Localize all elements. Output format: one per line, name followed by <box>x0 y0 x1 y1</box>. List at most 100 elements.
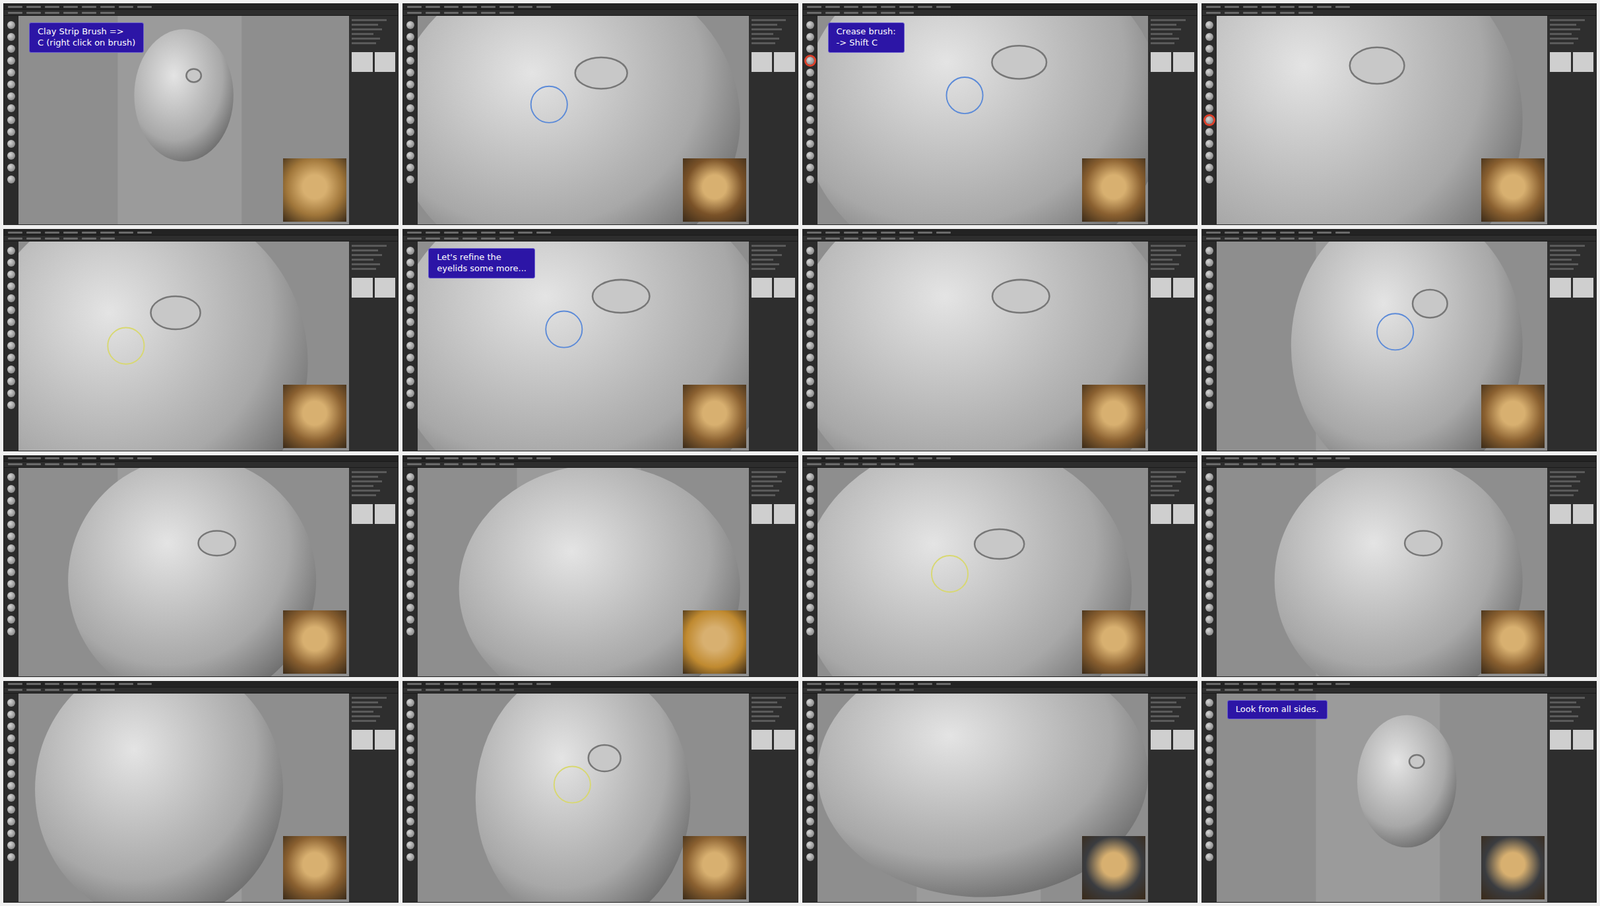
brush-icon[interactable] <box>806 116 815 125</box>
outliner-row[interactable] <box>751 267 776 270</box>
header-item[interactable] <box>462 463 478 466</box>
viewport[interactable] <box>18 467 350 677</box>
menu-item[interactable] <box>862 5 877 8</box>
menu-item[interactable] <box>81 231 97 234</box>
menu-item[interactable] <box>1206 5 1221 8</box>
header-item[interactable] <box>26 11 41 14</box>
menu-item[interactable] <box>26 682 41 685</box>
brush-icon[interactable] <box>406 80 415 89</box>
brush-icon[interactable] <box>406 92 415 101</box>
brush-icon[interactable] <box>1205 128 1214 136</box>
brush-icon[interactable] <box>1205 116 1214 125</box>
outliner-row[interactable] <box>1549 701 1577 704</box>
header-item[interactable] <box>806 463 822 466</box>
brush-icon[interactable] <box>806 56 815 65</box>
header-item[interactable] <box>407 237 422 240</box>
brush-icon[interactable] <box>1205 722 1214 731</box>
header-item[interactable] <box>825 237 840 240</box>
brush-icon[interactable] <box>406 175 415 184</box>
menu-item[interactable] <box>1316 5 1332 8</box>
outliner-row[interactable] <box>1150 244 1186 247</box>
menu-item[interactable] <box>462 5 478 8</box>
outliner-row[interactable] <box>1150 37 1180 40</box>
brush-icon[interactable] <box>406 722 415 731</box>
header-item[interactable] <box>862 237 877 240</box>
menu-item[interactable] <box>1243 457 1258 460</box>
brush-icon[interactable] <box>806 282 815 291</box>
outliner-row[interactable] <box>1150 475 1178 478</box>
brush-icon[interactable] <box>806 175 815 184</box>
menu-item[interactable] <box>862 682 877 685</box>
menu-item[interactable] <box>407 5 422 8</box>
brush-icon[interactable] <box>406 603 415 612</box>
menu-item[interactable] <box>936 457 951 460</box>
header-item[interactable] <box>444 688 459 691</box>
menu-item[interactable] <box>44 231 60 234</box>
brush-icon[interactable] <box>406 246 415 255</box>
outliner-row[interactable] <box>751 28 782 31</box>
brush-icon[interactable] <box>806 68 815 77</box>
brush-icon[interactable] <box>406 318 415 326</box>
outliner-row[interactable] <box>1150 696 1186 699</box>
brush-icon[interactable] <box>406 21 415 30</box>
outliner-row[interactable] <box>1150 28 1182 31</box>
brush-icon[interactable] <box>406 270 415 279</box>
outliner-row[interactable] <box>1549 480 1581 483</box>
outliner-row[interactable] <box>1549 37 1579 40</box>
brush-icon[interactable] <box>806 401 815 410</box>
brush-icon[interactable] <box>7 746 16 755</box>
outliner-row[interactable] <box>751 480 782 483</box>
header-item[interactable] <box>63 463 78 466</box>
brush-icon[interactable] <box>1205 353 1214 362</box>
header-item[interactable] <box>899 237 914 240</box>
header-item[interactable] <box>407 688 422 691</box>
menu-item[interactable] <box>936 682 951 685</box>
menu-item[interactable] <box>7 231 23 234</box>
outliner-row[interactable] <box>1549 244 1585 247</box>
brush-icon[interactable] <box>7 389 16 398</box>
brush-icon[interactable] <box>406 841 415 850</box>
outliner-row[interactable] <box>751 705 782 708</box>
header-item[interactable] <box>44 463 60 466</box>
outliner-row[interactable] <box>351 254 383 256</box>
menu-item[interactable] <box>444 231 459 234</box>
header-item[interactable] <box>462 688 478 691</box>
brush-icon[interactable] <box>1205 21 1214 30</box>
brush-icon[interactable] <box>406 104 415 113</box>
menu-item[interactable] <box>899 457 914 460</box>
brush-icon[interactable] <box>1205 746 1214 755</box>
outliner-row[interactable] <box>751 494 776 497</box>
header-item[interactable] <box>880 237 896 240</box>
brush-icon[interactable] <box>7 603 16 612</box>
menu-item[interactable] <box>100 5 115 8</box>
brush-icon[interactable] <box>7 32 16 41</box>
brush-icon[interactable] <box>1205 258 1214 267</box>
viewport[interactable] <box>18 241 350 450</box>
brush-icon[interactable] <box>1205 163 1214 172</box>
brush-icon[interactable] <box>1205 579 1214 588</box>
header-item[interactable] <box>407 11 422 14</box>
brush-icon[interactable] <box>406 484 415 493</box>
menu-item[interactable] <box>1280 682 1295 685</box>
outliner-row[interactable] <box>1150 484 1173 487</box>
brush-icon[interactable] <box>806 722 815 731</box>
outliner-row[interactable] <box>351 32 374 35</box>
header-item[interactable] <box>1224 11 1240 14</box>
outliner-row[interactable] <box>351 19 387 22</box>
menu-item[interactable] <box>63 682 78 685</box>
brush-icon[interactable] <box>1205 615 1214 624</box>
brush-icon[interactable] <box>7 21 16 30</box>
header-item[interactable] <box>7 11 23 14</box>
header-item[interactable] <box>825 11 840 14</box>
outliner-row[interactable] <box>751 249 778 252</box>
header-item[interactable] <box>1243 11 1258 14</box>
menu-item[interactable] <box>1261 457 1277 460</box>
menu-item[interactable] <box>44 457 60 460</box>
menu-item[interactable] <box>1280 5 1295 8</box>
menu-item[interactable] <box>63 457 78 460</box>
brush-icon[interactable] <box>806 591 815 600</box>
brush-icon[interactable] <box>806 21 815 30</box>
menu-item[interactable] <box>1335 457 1350 460</box>
menu-item[interactable] <box>880 231 896 234</box>
outliner-row[interactable] <box>1549 710 1572 713</box>
